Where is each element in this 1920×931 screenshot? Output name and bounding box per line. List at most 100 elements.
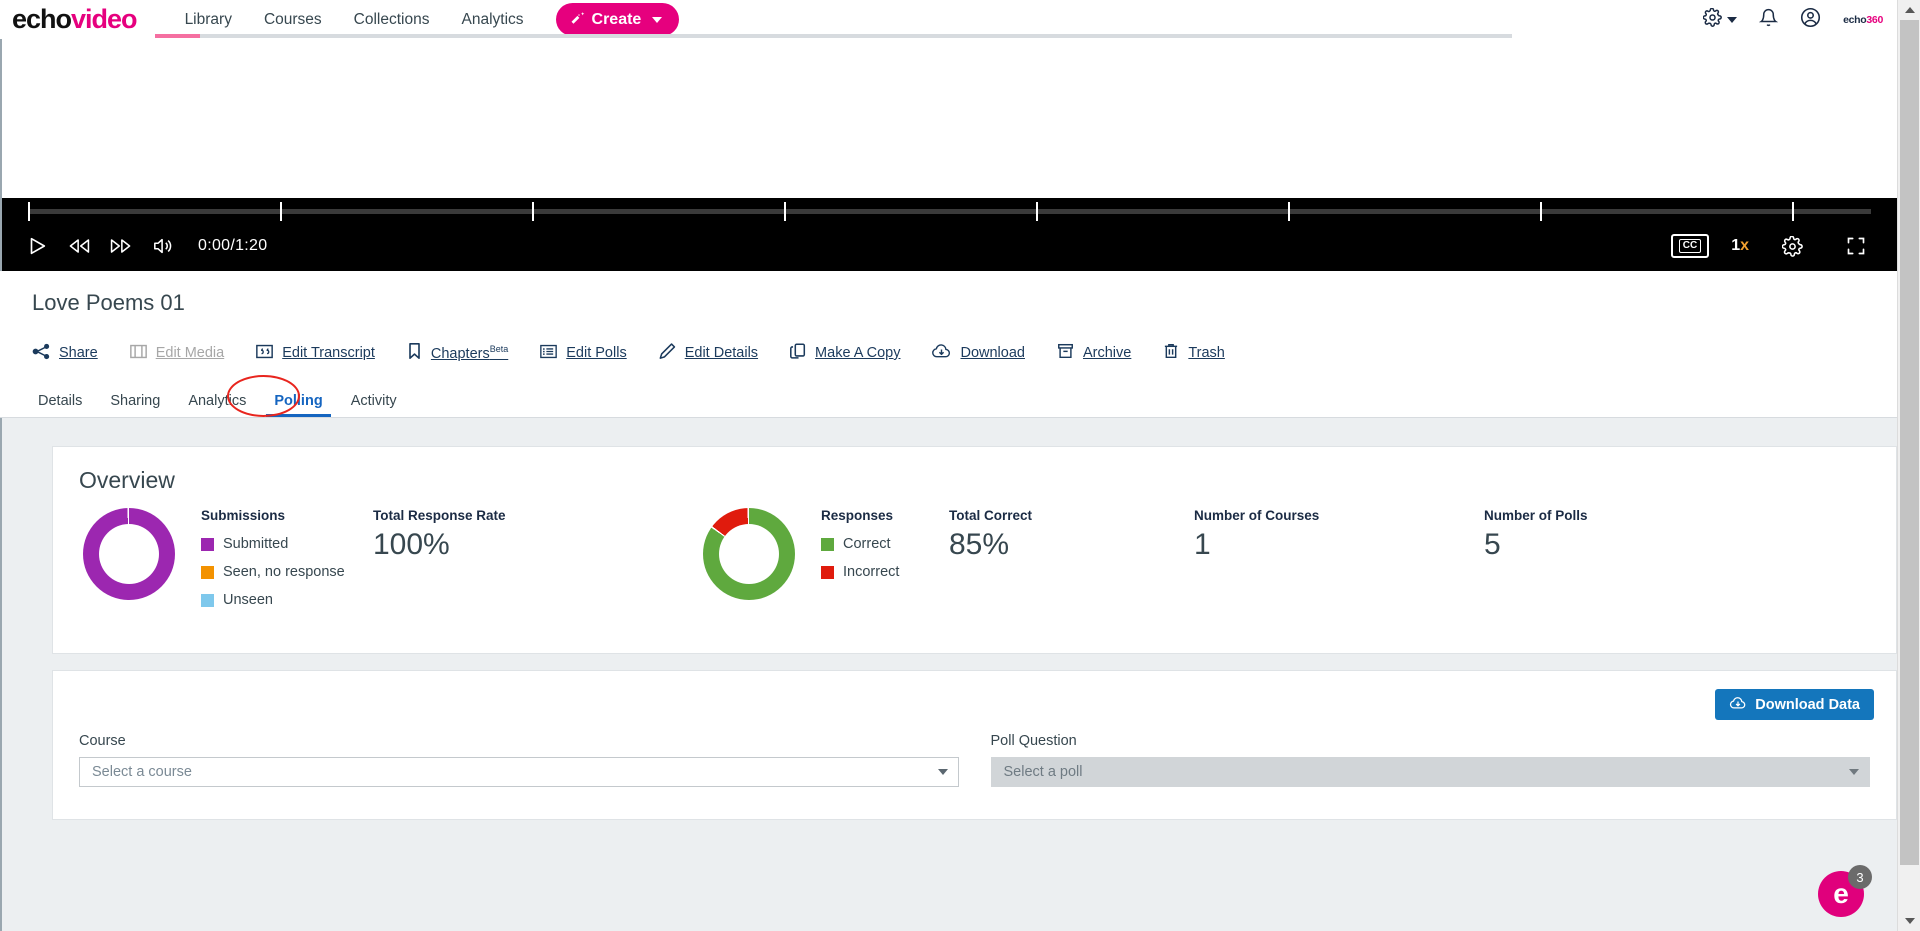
playback-speed-button[interactable]: 1x bbox=[1731, 237, 1749, 255]
beta-badge: Beta bbox=[489, 344, 509, 355]
fullscreen-button[interactable] bbox=[1835, 228, 1877, 264]
cloud-download-icon bbox=[931, 342, 952, 364]
legend-item-unseen: Unseen bbox=[201, 592, 351, 608]
overview-heading: Overview bbox=[79, 467, 175, 493]
action-edit-polls[interactable]: Edit Polls bbox=[539, 343, 627, 364]
create-button-label: Create bbox=[591, 10, 642, 28]
player-right-controls: CC 1x bbox=[1670, 228, 1877, 264]
detail-tabs: Details Sharing Analytics Polling Activi… bbox=[24, 382, 411, 418]
magic-wand-icon bbox=[570, 11, 585, 29]
stat-value: 1 bbox=[1194, 528, 1211, 561]
action-label: Edit Details bbox=[684, 345, 759, 361]
scrollbar-thumb[interactable] bbox=[1900, 20, 1919, 865]
closed-captions-button[interactable]: CC bbox=[1670, 234, 1710, 258]
rewind-button[interactable] bbox=[58, 228, 100, 264]
scroll-down-button[interactable] bbox=[1898, 911, 1920, 931]
tab-analytics[interactable]: Analytics bbox=[174, 393, 260, 418]
echovideo-logo[interactable]: echovideo bbox=[12, 6, 138, 33]
action-edit-details[interactable]: Edit Details bbox=[658, 342, 758, 364]
action-archive[interactable]: Archive bbox=[1056, 342, 1131, 364]
submissions-legend: Submissions Submitted Seen, no response … bbox=[201, 508, 351, 620]
download-data-button[interactable]: Download Data bbox=[1715, 689, 1874, 720]
help-chat-widget[interactable]: e 3 bbox=[1818, 865, 1872, 917]
filter-controls-row: Course Select a course Poll Question Sel… bbox=[53, 733, 1896, 787]
poll-filter-card: Download Data Course Select a course Pol… bbox=[52, 670, 1897, 820]
seek-tick bbox=[1540, 201, 1542, 221]
tab-sharing[interactable]: Sharing bbox=[96, 393, 174, 418]
speed-value: 1 bbox=[1731, 237, 1741, 254]
quote-icon bbox=[255, 343, 274, 364]
stat-number-of-courses: Number of Courses 1 bbox=[1194, 508, 1484, 563]
play-button[interactable] bbox=[16, 228, 58, 264]
poll-question-select[interactable]: Select a poll bbox=[990, 757, 1870, 787]
stat-label: Number of Polls bbox=[1484, 508, 1588, 523]
scroll-up-button[interactable] bbox=[1898, 0, 1920, 20]
trash-icon bbox=[1162, 342, 1180, 364]
share-icon bbox=[32, 343, 51, 364]
notifications-button[interactable] bbox=[1758, 8, 1779, 32]
primary-nav-links: Library Courses Collections Analytics Cr… bbox=[169, 3, 680, 36]
echo360-brand-mark: echo360 bbox=[1843, 14, 1883, 26]
stat-label: Total Correct bbox=[949, 508, 1033, 523]
overview-card: Overview Submissions Submitted Seen, no … bbox=[52, 446, 1897, 654]
page-scrollbar[interactable] bbox=[1897, 0, 1920, 931]
progress-fill bbox=[155, 34, 200, 38]
course-select[interactable]: Select a course bbox=[79, 757, 959, 787]
action-label: Download bbox=[960, 345, 1025, 361]
create-button[interactable]: Create bbox=[555, 3, 680, 36]
submissions-chart-block: Submissions Submitted Seen, no response … bbox=[53, 508, 351, 620]
tab-activity[interactable]: Activity bbox=[337, 393, 411, 418]
seek-bar[interactable] bbox=[28, 201, 1871, 221]
chevron-up-icon bbox=[1904, 7, 1915, 13]
action-edit-transcript[interactable]: Edit Transcript bbox=[255, 343, 375, 364]
video-player: 0:00/1:20 CC 1x bbox=[0, 39, 1897, 271]
settings-menu-button[interactable] bbox=[1702, 7, 1738, 32]
film-icon bbox=[129, 343, 148, 364]
action-share[interactable]: Share bbox=[32, 343, 98, 364]
action-label: Trash bbox=[1188, 345, 1225, 361]
action-label: Share bbox=[59, 345, 98, 361]
download-data-label: Download Data bbox=[1755, 696, 1860, 713]
fast-forward-button[interactable] bbox=[100, 228, 142, 264]
copy-icon bbox=[789, 342, 807, 364]
volume-button[interactable] bbox=[142, 228, 184, 264]
action-download[interactable]: Download bbox=[931, 342, 1025, 364]
player-settings-button[interactable] bbox=[1771, 228, 1813, 264]
action-chapters[interactable]: ChaptersBeta bbox=[406, 342, 508, 364]
stat-total-correct: Total Correct 85% bbox=[949, 508, 1194, 563]
legend-item-incorrect: Incorrect bbox=[821, 564, 931, 580]
tab-polling[interactable]: Polling bbox=[260, 393, 336, 418]
gear-icon bbox=[1702, 7, 1722, 32]
chapters-text: Chapters bbox=[430, 345, 490, 362]
action-edit-media: Edit Media bbox=[129, 343, 224, 364]
tab-details[interactable]: Details bbox=[24, 393, 96, 418]
video-stage[interactable] bbox=[2, 39, 1897, 198]
seek-tick bbox=[280, 201, 282, 221]
legend-label: Submitted bbox=[223, 536, 289, 552]
cc-icon: CC bbox=[1678, 239, 1702, 253]
action-trash[interactable]: Trash bbox=[1162, 342, 1225, 364]
course-filter-group: Course Select a course bbox=[79, 733, 959, 787]
action-label: Archive bbox=[1082, 345, 1132, 361]
user-account-button[interactable] bbox=[1800, 7, 1821, 33]
user-avatar-icon bbox=[1800, 7, 1821, 33]
scrubber-row bbox=[28, 198, 1871, 224]
help-unread-badge: 3 bbox=[1848, 865, 1872, 889]
legend-item-submitted: Submitted bbox=[201, 536, 351, 552]
nav-item-analytics[interactable]: Analytics bbox=[445, 11, 539, 29]
action-label: Make A Copy bbox=[815, 345, 901, 361]
nav-item-library[interactable]: Library bbox=[169, 11, 248, 29]
course-select-value: Select a course bbox=[92, 764, 192, 780]
nav-item-collections[interactable]: Collections bbox=[338, 11, 446, 29]
nav-item-courses[interactable]: Courses bbox=[248, 11, 338, 29]
brand-echo-text: echo bbox=[1843, 13, 1867, 26]
stat-label: Number of Courses bbox=[1194, 508, 1320, 523]
responses-legend: Responses Correct Incorrect bbox=[821, 508, 931, 592]
playback-time: 0:00/1:20 bbox=[198, 237, 268, 254]
stat-value: 100% bbox=[373, 528, 450, 561]
chevron-down-icon bbox=[1727, 16, 1738, 23]
playback-controls: 0:00/1:20 CC 1x bbox=[2, 224, 1897, 268]
seek-tick bbox=[532, 201, 534, 221]
poll-question-label: Poll Question bbox=[990, 733, 1077, 749]
action-make-a-copy[interactable]: Make A Copy bbox=[789, 342, 900, 364]
